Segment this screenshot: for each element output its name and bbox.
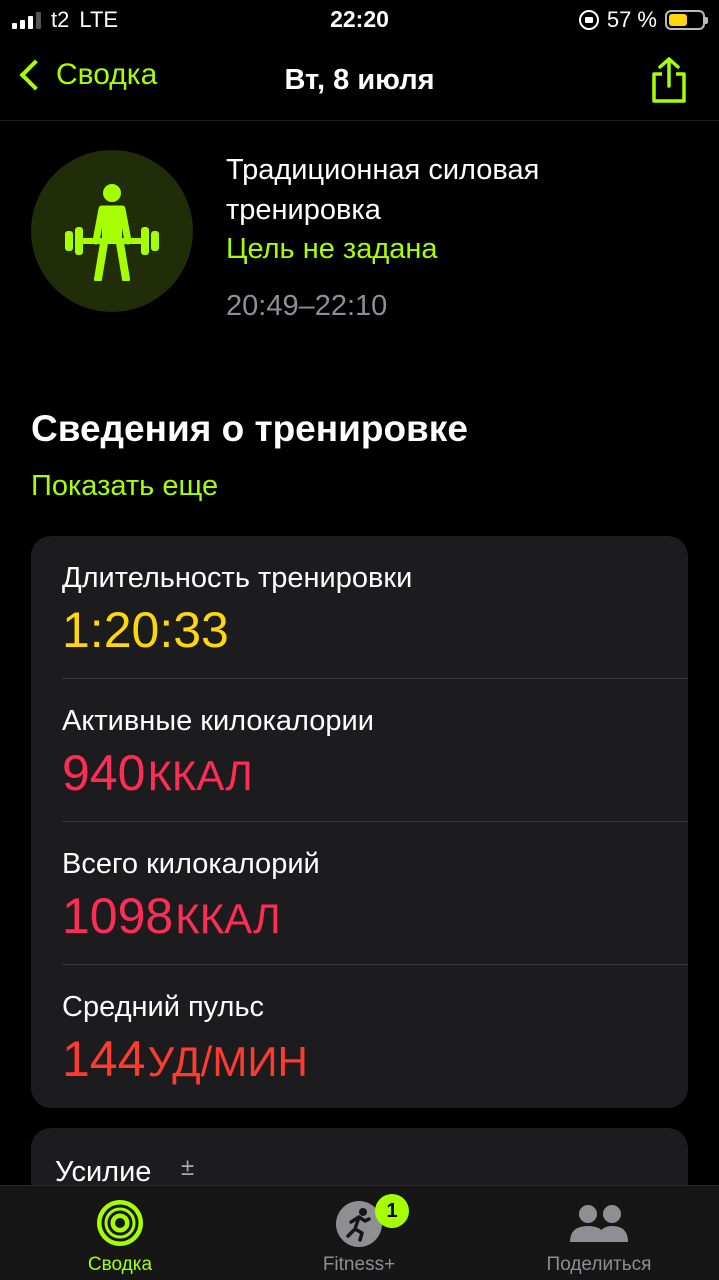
activity-rings-icon <box>97 1200 143 1246</box>
workout-time-range: 20:49–22:10 <box>226 290 388 322</box>
metric-active-calories[interactable]: Активные килокалории 940ккал <box>62 679 658 822</box>
workout-name: Традиционная силовая тренировка <box>226 154 540 226</box>
notification-badge: 1 <box>375 1194 409 1228</box>
tab-label: Fitness+ <box>322 1254 396 1275</box>
sharing-people-icon <box>570 1205 628 1242</box>
metric-value: 1:20:33 <box>62 602 231 661</box>
metric-value: 1098ккал <box>62 888 281 947</box>
metric-total-calories[interactable]: Всего килокалорий 1098ккал <box>62 822 658 965</box>
tab-label: Поделиться <box>546 1254 652 1275</box>
tab-sharing[interactable]: Поделиться <box>499 1186 699 1280</box>
metric-number: 940 <box>62 745 146 801</box>
workout-goal: Цель не задана <box>226 233 438 265</box>
rotation-lock-icon <box>578 10 599 30</box>
tab-summary[interactable]: Сводка <box>20 1186 220 1280</box>
metric-value: 940ккал <box>62 745 253 804</box>
navigation-bar: Сводка Вт, 8 июля <box>0 44 719 121</box>
workout-details-card: Длительность тренировки 1:20:33 Активные… <box>31 536 688 1108</box>
metric-unit: уд/мин <box>147 1038 308 1085</box>
show-more-link[interactable]: Показать еще <box>31 470 218 503</box>
metric-unit: ккал <box>175 895 281 942</box>
metric-average-heart-rate[interactable]: Средний пульс 144уд/мин <box>62 965 658 1108</box>
tab-label: Сводка <box>87 1254 153 1275</box>
tab-fitness-plus[interactable]: 1 Fitness+ <box>259 1186 459 1280</box>
screen: t2 LTE 22:20 57 % Сводка Вт, 8 июля Трад… <box>0 0 719 1280</box>
battery-icon <box>665 10 708 30</box>
metric-duration[interactable]: Длительность тренировки 1:20:33 <box>62 536 658 679</box>
tab-bar: Сводка 1 Fitness+ Поделиться <box>0 1185 719 1280</box>
metric-number: 144 <box>62 1031 146 1087</box>
metric-number: 1098 <box>62 888 174 944</box>
weightlifting-icon <box>65 184 159 281</box>
section-title: Сведения о тренировке <box>31 408 468 449</box>
status-right: 57 % <box>578 7 708 33</box>
battery-fill <box>669 14 688 26</box>
metric-number: 1:20:33 <box>62 602 229 658</box>
metric-label: Длительность тренировки <box>62 562 413 594</box>
status-bar: t2 LTE 22:20 57 % <box>0 0 719 44</box>
page-title: Вт, 8 июля <box>284 64 435 96</box>
metric-unit: ккал <box>147 752 253 799</box>
metric-label: Средний пульс <box>62 991 265 1023</box>
metric-label: Всего килокалорий <box>62 848 320 880</box>
workout-type-badge <box>31 150 193 312</box>
metric-label: Активные килокалории <box>62 705 374 737</box>
effort-adjust-icon[interactable]: ± <box>181 1154 194 1182</box>
share-button[interactable] <box>649 56 689 104</box>
metric-value: 144уд/мин <box>62 1031 308 1090</box>
battery-percent: 57 % <box>606 7 657 32</box>
share-icon <box>652 57 686 103</box>
